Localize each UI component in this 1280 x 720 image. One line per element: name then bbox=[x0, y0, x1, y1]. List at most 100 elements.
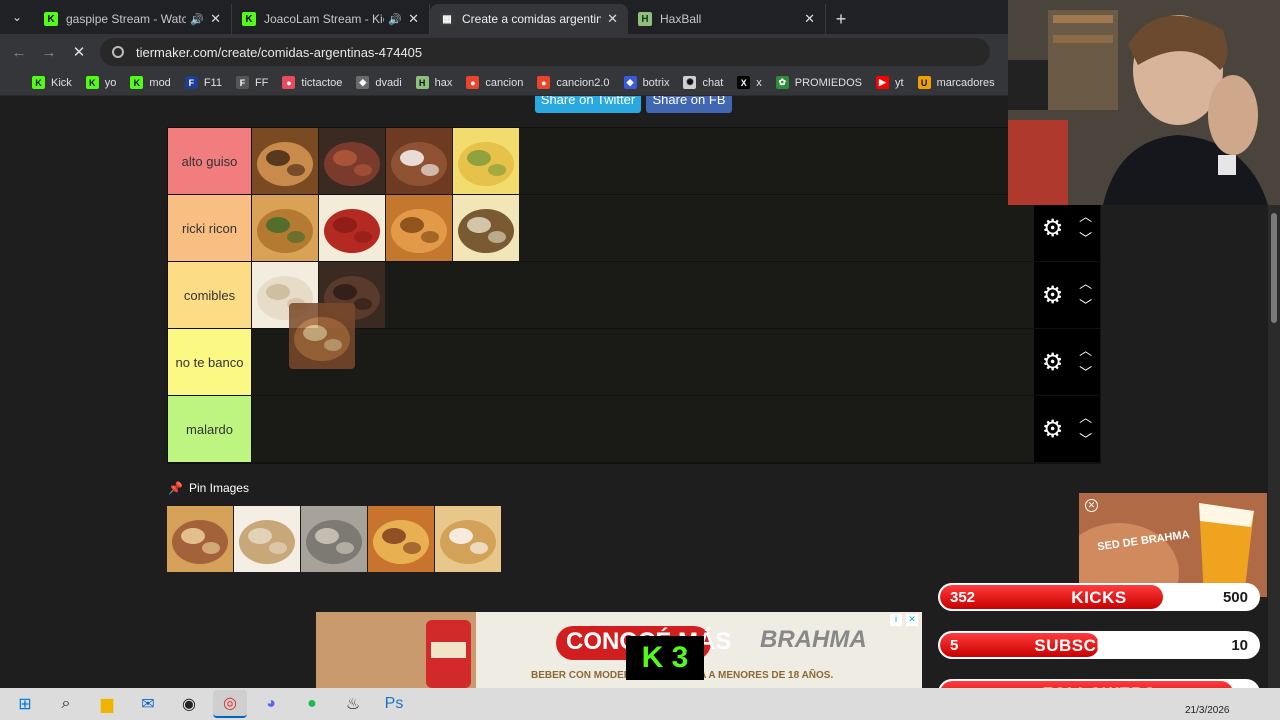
speaker-icon[interactable]: 🔊 bbox=[190, 13, 204, 26]
gear-icon[interactable]: ⚙ bbox=[1042, 348, 1064, 377]
share-fb-button[interactable]: Share on FB bbox=[646, 96, 732, 113]
photoshop-icon[interactable]: Ps bbox=[377, 690, 411, 718]
food-item-chocolate-pudding[interactable] bbox=[386, 128, 452, 194]
close-tab-icon[interactable]: ✕ bbox=[804, 11, 815, 27]
pin-food-tortas-fritas[interactable] bbox=[435, 506, 501, 572]
ad-info-icon[interactable]: i bbox=[890, 614, 902, 626]
outlook-icon[interactable]: ✉ bbox=[131, 690, 165, 718]
tier-items[interactable] bbox=[252, 329, 1034, 395]
openai-icon: ✺ bbox=[683, 76, 697, 89]
food-item-hamburger[interactable] bbox=[252, 128, 318, 194]
page-scrollbar[interactable] bbox=[1268, 205, 1280, 690]
food-item-membrillo-cheese[interactable] bbox=[319, 195, 385, 261]
browser-tab[interactable]: ▦ Create a comidas argentinas Ti ✕ bbox=[430, 4, 628, 34]
tier-items[interactable] bbox=[252, 195, 1034, 261]
pin-food-fried-fish[interactable] bbox=[301, 506, 367, 572]
pin-images-heading[interactable]: 📌 Pin Images bbox=[168, 481, 249, 495]
site-info-icon[interactable] bbox=[112, 46, 124, 58]
tier-controls: ⚙ ︿﹀ bbox=[1034, 396, 1100, 462]
forward-button[interactable]: → bbox=[34, 37, 64, 67]
bookmark-item[interactable]: ● cancion bbox=[466, 76, 523, 89]
chevron-down-icon[interactable]: ﹀ bbox=[1079, 429, 1092, 451]
gear-icon[interactable]: ⚙ bbox=[1042, 214, 1064, 243]
close-tab-icon[interactable]: ✕ bbox=[408, 11, 419, 27]
bookmark-item[interactable]: ● tictactoe bbox=[282, 76, 342, 89]
back-button[interactable]: ← bbox=[4, 37, 34, 67]
bookmark-item[interactable]: ✿ PROMIEDOS bbox=[775, 76, 862, 89]
chevron-up-icon[interactable]: ︿ bbox=[1079, 407, 1092, 429]
tier-items[interactable] bbox=[252, 128, 1034, 194]
share-twitter-button[interactable]: Share on Twitter bbox=[535, 96, 641, 113]
speaker-icon[interactable]: 🔊 bbox=[388, 13, 402, 26]
scrollbar-thumb[interactable] bbox=[1271, 213, 1277, 323]
discord-icon[interactable]: ◕ bbox=[254, 690, 288, 718]
tier-label[interactable]: comibles bbox=[168, 262, 252, 328]
food-item-milanesa-pure[interactable] bbox=[453, 195, 519, 261]
tier-items[interactable] bbox=[252, 396, 1034, 462]
file-explorer-icon[interactable]: ▆ bbox=[90, 690, 124, 718]
windows-icon[interactable]: ⊞ bbox=[8, 690, 42, 718]
tier-label[interactable]: ricki ricon bbox=[168, 195, 252, 261]
bookmark-item[interactable]: ◆ botrix bbox=[623, 76, 669, 89]
bookmark-item[interactable]: Xx bbox=[737, 76, 762, 89]
food-item-grilled-sausages[interactable] bbox=[319, 128, 385, 194]
bookmark-item[interactable]: K Kick bbox=[32, 76, 72, 89]
beer-ad[interactable]: ✕ SED DE BRAHMA bbox=[1079, 493, 1267, 597]
bookmark-label: yt bbox=[895, 76, 904, 89]
chevron-up-icon[interactable]: ︿ bbox=[1079, 206, 1092, 228]
dragged-food-item[interactable] bbox=[289, 303, 355, 369]
gear-icon[interactable]: ⚙ bbox=[1042, 415, 1064, 444]
food-item-fugazzeta-pizza[interactable] bbox=[453, 128, 519, 194]
chevron-up-icon[interactable]: ︿ bbox=[1079, 340, 1092, 362]
tier-label[interactable]: malardo bbox=[168, 396, 252, 462]
bookmark-item[interactable]: ▶ yt bbox=[876, 76, 904, 89]
stop-loading-button[interactable]: ✕ bbox=[64, 37, 94, 67]
url-bar[interactable]: tiermaker.com/create/comidas-argentinas-… bbox=[100, 38, 990, 66]
bookmark-item[interactable]: Hhax bbox=[415, 76, 452, 89]
browser-tab[interactable]: K JoacoLam Stream - Kick Da 🔊 ✕ bbox=[232, 4, 430, 34]
obs-icon[interactable]: ◉ bbox=[172, 690, 206, 718]
bookmark-item[interactable]: ◆ dvadi bbox=[356, 76, 402, 89]
bookmark-label: tictactoe bbox=[301, 76, 343, 89]
tab-search-chevron-icon[interactable]: ⌄ bbox=[0, 0, 34, 34]
tier-label[interactable]: no te banco bbox=[168, 329, 252, 395]
chrome-icon[interactable]: ◎ bbox=[213, 690, 247, 718]
bookmark-item[interactable]: Umarcadores bbox=[917, 76, 995, 89]
fugazzeta-pizza-image bbox=[453, 128, 519, 194]
bookmark-item[interactable]: Kmod bbox=[130, 76, 171, 89]
pin-food-pastafrola[interactable] bbox=[167, 506, 233, 572]
new-tab-button[interactable]: + bbox=[826, 4, 856, 34]
food-item-onion-rings[interactable] bbox=[386, 195, 452, 261]
bottom-banner-ad[interactable]: CONOCÉ MÁS BRAHMA BEBER CON MODERAC... S… bbox=[316, 612, 922, 688]
food-item-empanadas[interactable] bbox=[252, 195, 318, 261]
bookmark-item[interactable]: F FF bbox=[235, 76, 268, 89]
close-ad-icon[interactable]: ✕ bbox=[1085, 499, 1098, 512]
spotify-icon[interactable]: ● bbox=[295, 690, 329, 718]
ad-close-icon[interactable]: ✕ bbox=[906, 614, 918, 626]
close-tab-icon[interactable]: ✕ bbox=[607, 11, 618, 27]
tier-row: malardo ⚙ ︿ ﹀ bbox=[168, 396, 1100, 463]
pin-food-alfajores[interactable] bbox=[234, 506, 300, 572]
steam-icon[interactable]: ♨ bbox=[336, 690, 370, 718]
tier-items[interactable] bbox=[252, 262, 1034, 328]
bookmark-label: chat bbox=[702, 76, 724, 89]
bookmark-item[interactable]: Kyo bbox=[85, 76, 116, 89]
kick-icon: K bbox=[85, 76, 99, 89]
close-tab-icon[interactable]: ✕ bbox=[210, 11, 221, 27]
apps-grid-icon[interactable] bbox=[8, 76, 12, 90]
bookmark-item[interactable]: ● cancion2.0 bbox=[537, 76, 610, 89]
gear-icon[interactable]: ⚙ bbox=[1042, 281, 1064, 310]
bookmark-item[interactable]: F F11 bbox=[184, 76, 222, 89]
bookmark-item[interactable]: ✺ chat bbox=[683, 76, 723, 89]
chevron-down-icon[interactable]: ﹀ bbox=[1079, 228, 1092, 250]
bookmarks-bar: K Kick Kyo Kmod F F11 F FF ● tictactoe ◆ dvadi Hhax ●… bbox=[0, 70, 1010, 96]
chevron-down-icon[interactable]: ﹀ bbox=[1079, 295, 1092, 317]
tab-title: Create a comidas argentinas Ti bbox=[462, 12, 602, 26]
browser-tab[interactable]: H HaxBall ✕ bbox=[628, 4, 826, 34]
chevron-up-icon[interactable]: ︿ bbox=[1079, 273, 1092, 295]
tier-label[interactable]: alto guiso bbox=[168, 128, 252, 194]
chevron-down-icon[interactable]: ﹀ bbox=[1079, 362, 1092, 384]
pin-food-locro[interactable] bbox=[368, 506, 434, 572]
search-icon[interactable]: ⌕ bbox=[49, 690, 83, 718]
browser-tab[interactable]: Kgaspipe Stream - Watch Live🔊 ✕ bbox=[34, 4, 232, 34]
